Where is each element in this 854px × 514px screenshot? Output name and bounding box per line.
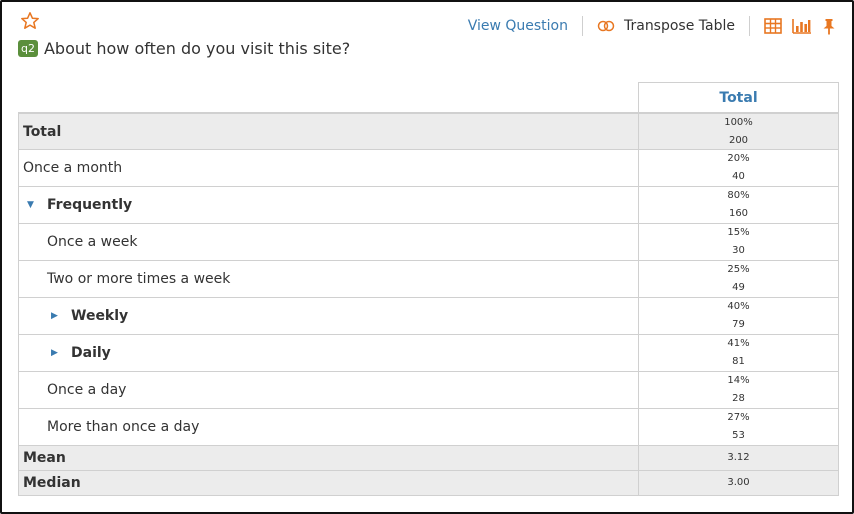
value-cell: 27% 53	[639, 409, 839, 445]
table-row-group[interactable]: ▼ Frequently 80% 160	[18, 187, 839, 224]
collapse-triangle-icon[interactable]: ▼	[27, 200, 37, 210]
group-label-cell: ▼ Frequently	[18, 187, 639, 223]
table-row-group[interactable]: ▶ Weekly 40% 79	[18, 298, 839, 335]
percent-value: 15%	[727, 227, 750, 238]
column-header-label: Total	[719, 89, 758, 106]
value-cell: 41% 81	[639, 335, 839, 371]
table-row: Once a month 20% 40	[18, 150, 839, 187]
count-value: 30	[732, 245, 745, 256]
row-label: Once a day	[18, 372, 639, 408]
group-label-cell: ▶ Weekly	[18, 298, 639, 334]
expand-triangle-icon[interactable]: ▶	[51, 348, 61, 358]
toolbar: View Question Transpose Table	[468, 14, 836, 38]
mean-value: 3.12	[639, 446, 839, 470]
row-label: Daily	[71, 345, 111, 361]
count-value: 40	[732, 171, 745, 182]
count-value: 200	[728, 134, 749, 146]
median-value: 3.00	[639, 471, 839, 495]
value-cell: 20% 40	[639, 150, 839, 186]
row-label: Median	[18, 471, 639, 495]
count-value: 28	[732, 393, 745, 404]
question-id-badge: q2	[18, 40, 38, 57]
value-cell: 15% 30	[639, 224, 839, 260]
table-row: More than once a day 27% 53	[18, 409, 839, 446]
percent-value: 20%	[727, 153, 750, 164]
count-value: 81	[732, 356, 745, 367]
question-header: q2 About how often do you visit this sit…	[18, 39, 350, 58]
percent-value: 100%	[724, 116, 753, 128]
percent-value: 25%	[727, 264, 750, 275]
table-row: Two or more times a week 25% 49	[18, 261, 839, 298]
row-label: More than once a day	[18, 409, 639, 445]
toggle-icon	[597, 20, 615, 32]
column-header-total[interactable]: Total	[639, 82, 839, 112]
percent-value: 80%	[727, 190, 750, 201]
value-cell: 100% 200	[639, 114, 839, 149]
count-value: 79	[732, 319, 745, 330]
bar-chart-icon[interactable]	[792, 18, 812, 34]
expand-triangle-icon[interactable]: ▶	[51, 311, 61, 321]
table-header-row: Total	[18, 82, 839, 113]
row-label: Once a month	[18, 150, 639, 186]
row-label: Mean	[18, 446, 639, 470]
question-title: About how often do you visit this site?	[43, 39, 351, 58]
count-value: 160	[728, 208, 749, 219]
toolbar-divider	[749, 16, 750, 36]
value-cell: 40% 79	[639, 298, 839, 334]
percent-value: 41%	[727, 338, 750, 349]
transpose-table-button[interactable]: Transpose Table	[597, 18, 735, 34]
row-label: Total	[18, 114, 639, 149]
row-label: Once a week	[18, 224, 639, 260]
mean-row: Mean 3.12	[18, 446, 839, 471]
count-value: 49	[732, 282, 745, 293]
value-cell: 25% 49	[639, 261, 839, 297]
header-empty-cell	[18, 82, 639, 112]
count-value: 53	[732, 430, 745, 441]
percent-value: 14%	[727, 375, 750, 386]
transpose-table-label: Transpose Table	[623, 18, 735, 34]
percent-value: 27%	[727, 412, 750, 423]
row-label: Two or more times a week	[18, 261, 639, 297]
table-row: Total 100% 200	[18, 113, 839, 150]
table-view-icon[interactable]	[764, 18, 782, 34]
value-cell: 80% 160	[639, 187, 839, 223]
percent-value: 40%	[727, 301, 750, 312]
toolbar-divider	[581, 16, 583, 36]
table-row-group[interactable]: ▶ Daily 41% 81	[18, 335, 839, 372]
group-label-cell: ▶ Daily	[18, 335, 639, 371]
crosstab-table: Total Total 100% 200 Once a month 20% 40…	[18, 82, 839, 496]
favorite-star-icon[interactable]	[20, 11, 40, 31]
pin-icon[interactable]	[822, 18, 836, 35]
row-label: Frequently	[47, 197, 133, 213]
view-question-link[interactable]: View Question	[468, 18, 568, 34]
row-label: Weekly	[71, 308, 129, 324]
table-row: Once a week 15% 30	[18, 224, 839, 261]
table-row: Once a day 14% 28	[18, 372, 839, 409]
median-row: Median 3.00	[18, 471, 839, 496]
value-cell: 14% 28	[639, 372, 839, 408]
